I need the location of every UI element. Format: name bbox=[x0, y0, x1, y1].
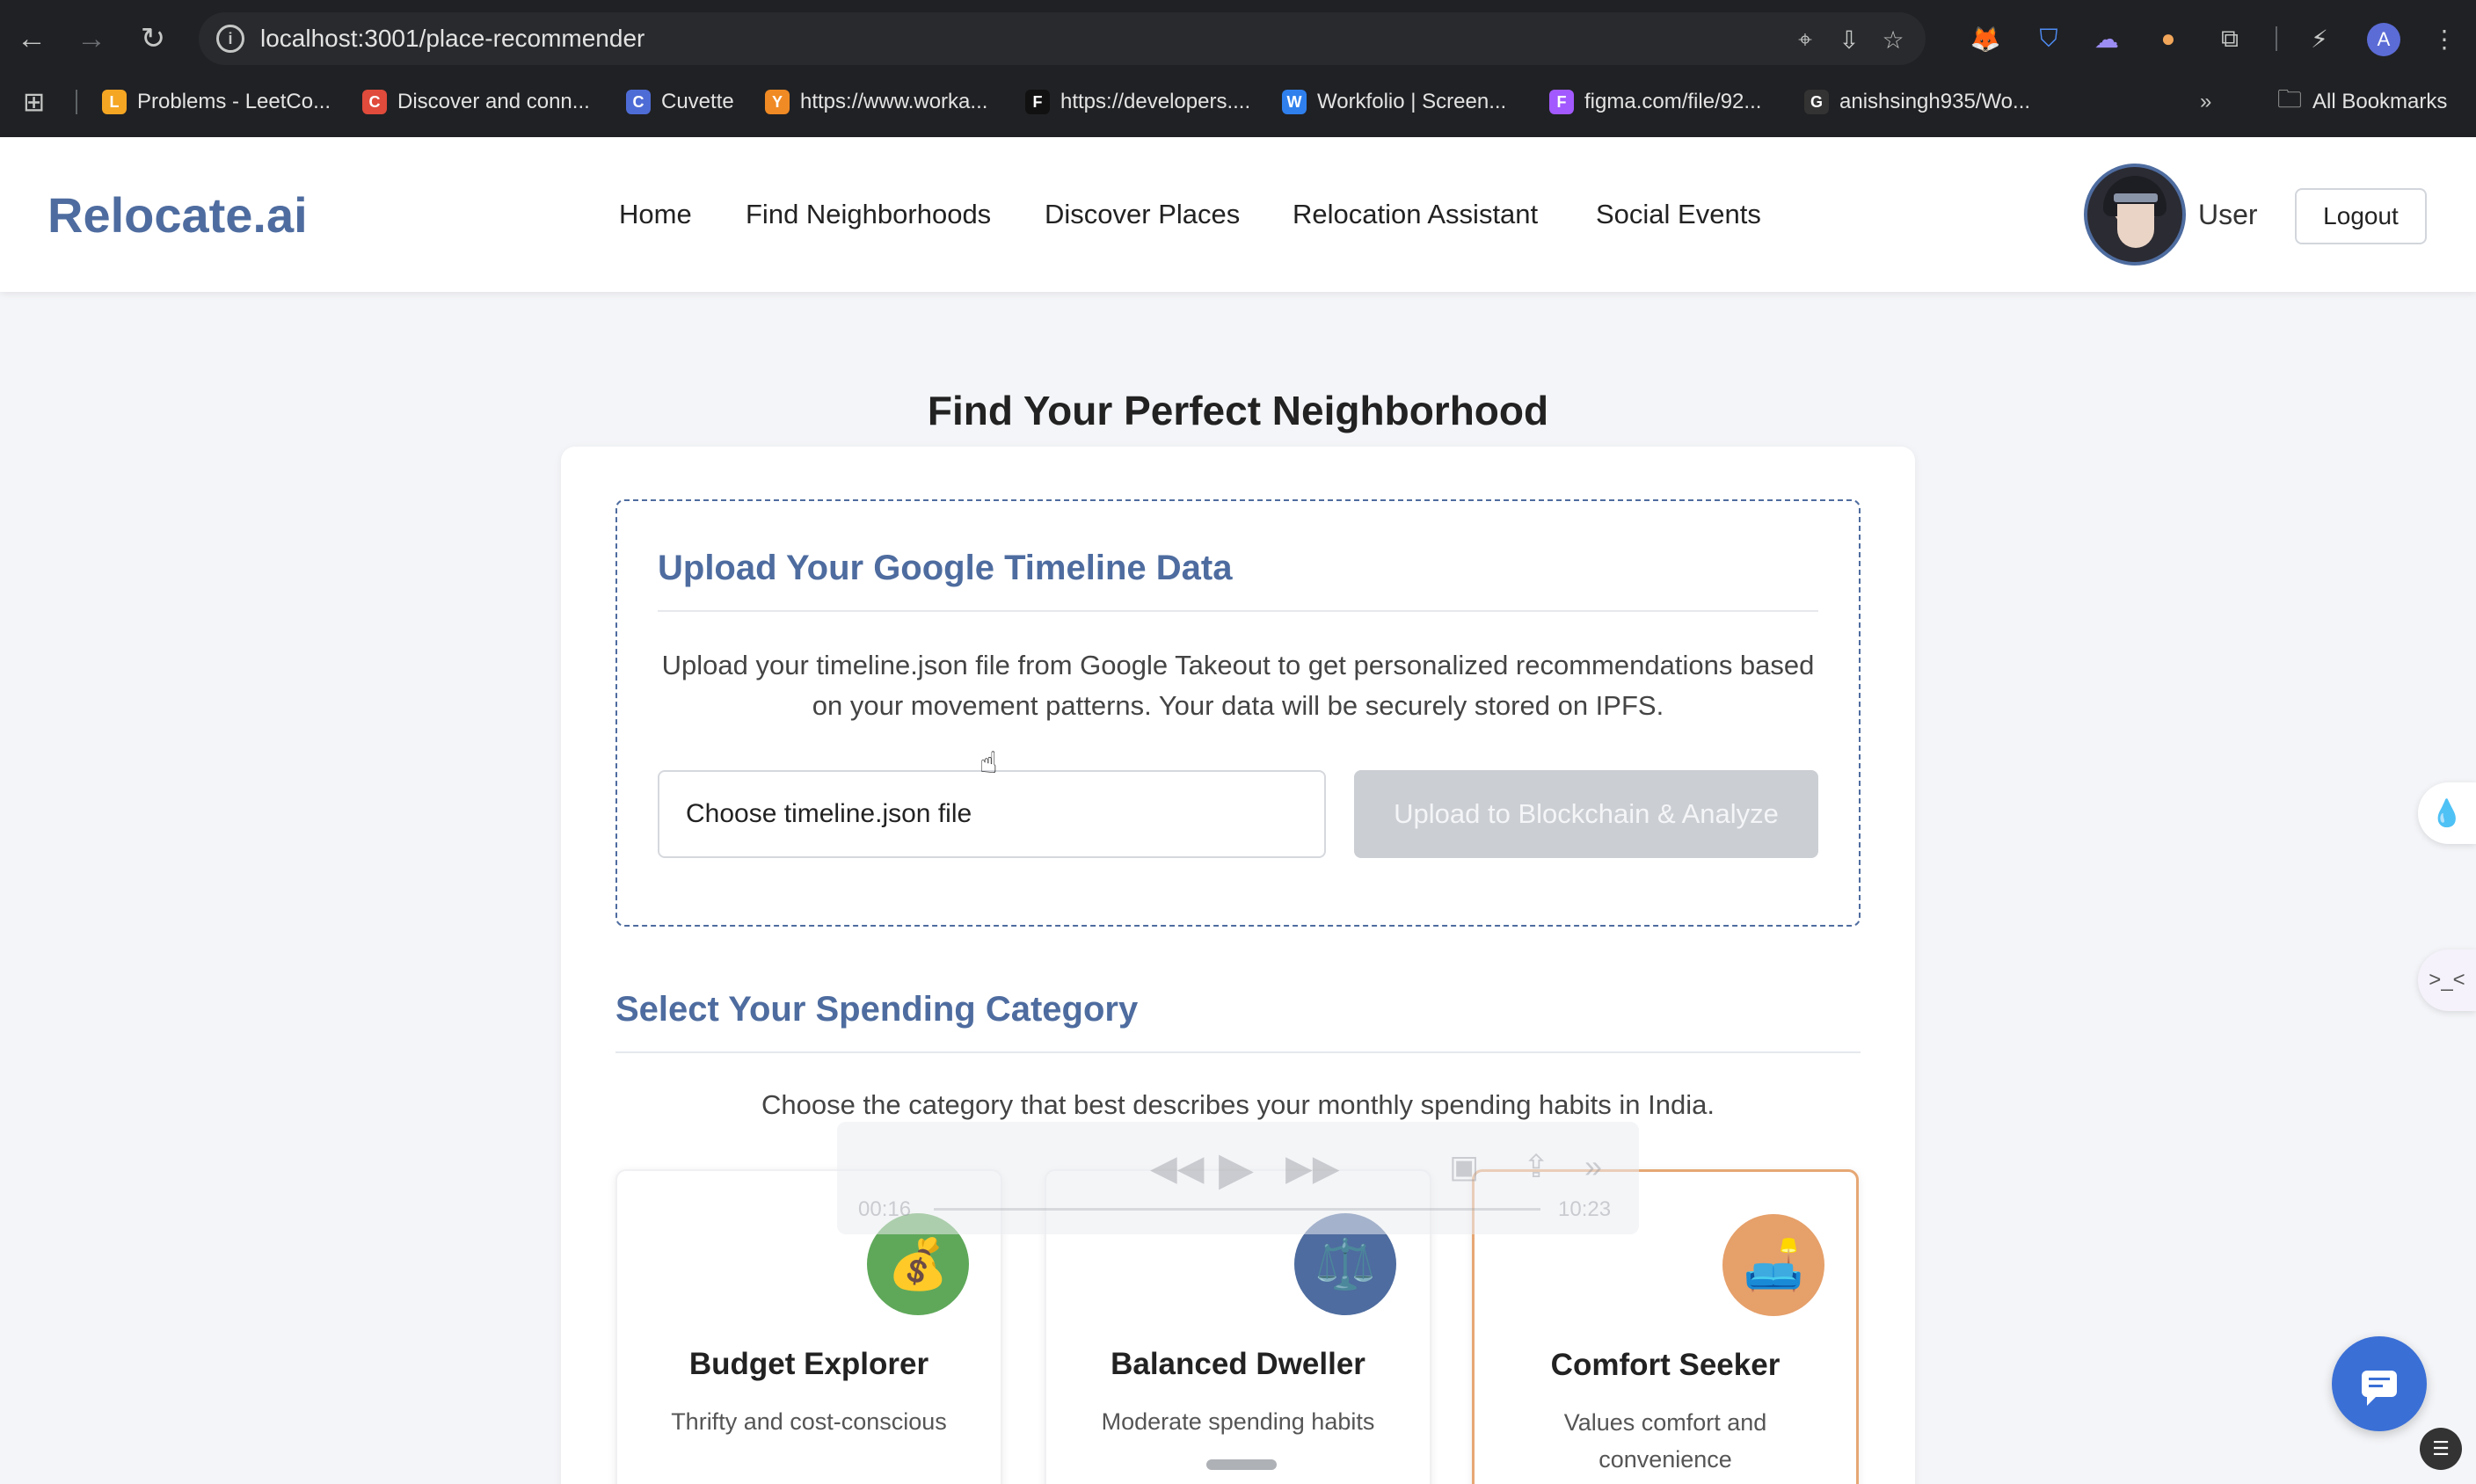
bookmark-item[interactable]: Ffigma.com/file/92... bbox=[1549, 84, 1761, 120]
nav-relocation-assistant[interactable]: Relocation Assistant bbox=[1293, 199, 1538, 230]
bookmark-label: figma.com/file/92... bbox=[1584, 90, 1762, 113]
puzzle-extensions-icon[interactable]: ⧉ bbox=[2214, 23, 2246, 55]
bookmark-favicon-icon: C bbox=[362, 90, 387, 114]
bookmark-label: https://www.worka... bbox=[800, 90, 988, 113]
bookmark-label: Cuvette bbox=[661, 90, 734, 113]
forward-icon[interactable]: → bbox=[74, 21, 109, 56]
bookmark-item[interactable]: C Cuvette bbox=[626, 84, 734, 120]
folder-icon: 🗀 bbox=[2277, 85, 2303, 113]
pill-extension-icon[interactable]: ● bbox=[2152, 23, 2184, 55]
timeline-file-input[interactable]: Choose timeline.json file bbox=[658, 770, 1326, 858]
toolbar-divider bbox=[2276, 26, 2277, 51]
all-bookmarks-folder[interactable]: 🗀 All Bookmarks bbox=[2277, 84, 2447, 120]
profile-avatar[interactable]: A bbox=[2367, 23, 2400, 56]
nav-find-neighborhoods[interactable]: Find Neighborhoods bbox=[746, 199, 991, 230]
bookmark-favicon-icon: W bbox=[1282, 90, 1307, 114]
nav-discover-places[interactable]: Discover Places bbox=[1045, 199, 1240, 230]
performance-icon[interactable]: ⚡ bbox=[2304, 23, 2335, 55]
bookmark-favicon-icon: F bbox=[1549, 90, 1574, 114]
url-text[interactable]: localhost:3001/place-recommender bbox=[260, 25, 644, 53]
media-progress-track[interactable] bbox=[934, 1208, 1540, 1211]
logout-button[interactable]: Logout bbox=[2295, 188, 2427, 244]
bookmark-label: Discover and conn... bbox=[397, 90, 590, 113]
category-title: Comfort Seeker bbox=[1550, 1348, 1781, 1382]
chat-icon bbox=[2362, 1371, 2397, 1406]
user-name: User bbox=[2198, 199, 2258, 230]
upload-analyze-button[interactable]: Upload to Blockchain & Analyze bbox=[1354, 770, 1818, 858]
rewind-icon[interactable]: ◀◀ bbox=[1150, 1148, 1205, 1189]
reload-icon[interactable]: ↻ bbox=[135, 21, 171, 56]
nav-home[interactable]: Home bbox=[619, 199, 692, 230]
mouse-cursor-icon: ☝ bbox=[979, 746, 998, 780]
bookmark-star-icon[interactable]: ☆ bbox=[1880, 26, 1906, 54]
bookmark-item[interactable]: W Workfolio | Screen... bbox=[1282, 84, 1506, 120]
share-icon[interactable]: ⇪ bbox=[1523, 1148, 1549, 1185]
location-pin-icon[interactable]: ⌖ bbox=[1792, 25, 1818, 53]
category-title: Budget Explorer bbox=[688, 1347, 929, 1381]
page-title: Find Your Perfect Neighborhood bbox=[927, 388, 1549, 433]
bookmark-favicon-icon: C bbox=[626, 90, 651, 114]
logo[interactable]: Relocate.ai bbox=[47, 186, 308, 244]
fox-extension-icon[interactable]: 🦊 bbox=[1970, 23, 2001, 55]
media-controls-overlay: ◀◀ ▶ ▶▶ ▣ ⇪ » 00:16 10:23 bbox=[837, 1122, 1639, 1234]
spending-heading: Select Your Spending Category bbox=[615, 990, 1139, 1029]
bookmark-favicon-icon: L bbox=[102, 90, 127, 114]
bookmark-label: anishsingh935/Wo... bbox=[1839, 90, 2031, 113]
pip-icon[interactable]: ▣ bbox=[1449, 1148, 1479, 1185]
nav-social-events[interactable]: Social Events bbox=[1596, 199, 1761, 230]
spending-divider bbox=[615, 1051, 1861, 1053]
address-bar[interactable]: i localhost:3001/place-recommender ⌖ ⇩ ☆ bbox=[199, 12, 1926, 65]
upload-heading: Upload Your Google Timeline Data bbox=[658, 549, 1233, 587]
category-subtitle: Moderate spending habits bbox=[1101, 1408, 1375, 1435]
upload-description: Upload your timeline.json file from Goog… bbox=[661, 650, 1815, 721]
bookmark-label: https://developers.... bbox=[1060, 90, 1251, 113]
ghost-extension-icon[interactable]: ☁ bbox=[2091, 23, 2123, 55]
bookmark-label: Problems - LeetCo... bbox=[137, 90, 331, 113]
bookmark-item[interactable]: Fhttps://developers.... bbox=[1025, 84, 1250, 120]
terminal-widget-icon[interactable]: >_< bbox=[2418, 949, 2476, 1011]
bookmark-label: Workfolio | Screen... bbox=[1317, 90, 1507, 113]
category-subtitle: Values comfort and convenience bbox=[1563, 1409, 1767, 1473]
droplet-widget-icon[interactable]: 💧 bbox=[2418, 782, 2476, 844]
time-total: 10:23 bbox=[1558, 1197, 1612, 1221]
bookmark-item[interactable]: Yhttps://www.worka... bbox=[765, 84, 987, 120]
bookmark-favicon-icon: F bbox=[1025, 90, 1050, 114]
scroll-handle[interactable] bbox=[1206, 1459, 1277, 1470]
back-icon[interactable]: ← bbox=[14, 21, 49, 56]
category-title: Balanced Dweller bbox=[1111, 1347, 1365, 1381]
bookmark-item[interactable]: Ganishsingh935/Wo... bbox=[1804, 84, 2030, 120]
bookmark-item[interactable]: L Problems - LeetCo... bbox=[102, 84, 331, 120]
fast-forward-icon[interactable]: ▶▶ bbox=[1285, 1148, 1340, 1189]
screen-reader-icon[interactable]: ☰ bbox=[2420, 1428, 2462, 1470]
chat-button[interactable] bbox=[2332, 1336, 2427, 1431]
couch-icon: 🛋️ bbox=[1722, 1214, 1824, 1316]
more-icon[interactable]: » bbox=[1584, 1148, 1602, 1185]
bookmark-favicon-icon: G bbox=[1804, 90, 1829, 114]
bookmarks-divider bbox=[76, 90, 77, 114]
install-app-icon[interactable]: ⇩ bbox=[1836, 26, 1862, 54]
category-subtitle: Thrifty and cost-conscious bbox=[671, 1408, 947, 1435]
bookmark-favicon-icon: Y bbox=[765, 90, 790, 114]
bookmark-item[interactable]: C Discover and conn... bbox=[362, 84, 590, 120]
more-bookmarks-icon[interactable]: » bbox=[2200, 84, 2211, 120]
user-avatar[interactable] bbox=[2084, 164, 2186, 266]
apps-grid-icon[interactable]: ⊞ bbox=[23, 84, 45, 120]
all-bookmarks-label: All Bookmarks bbox=[2312, 90, 2448, 113]
site-info-icon[interactable]: i bbox=[216, 25, 244, 53]
spending-description: Choose the category that best describes … bbox=[761, 1089, 1715, 1120]
upload-divider bbox=[658, 610, 1818, 612]
app-header: Relocate.ai Home Find Neighborhoods Disc… bbox=[0, 137, 2476, 292]
shield-extension-icon[interactable]: ⛉ bbox=[2033, 23, 2065, 55]
menu-kebab-icon[interactable]: ⋮ bbox=[2429, 23, 2460, 55]
time-elapsed: 00:16 bbox=[858, 1197, 912, 1221]
play-icon[interactable]: ▶ bbox=[1219, 1143, 1254, 1196]
